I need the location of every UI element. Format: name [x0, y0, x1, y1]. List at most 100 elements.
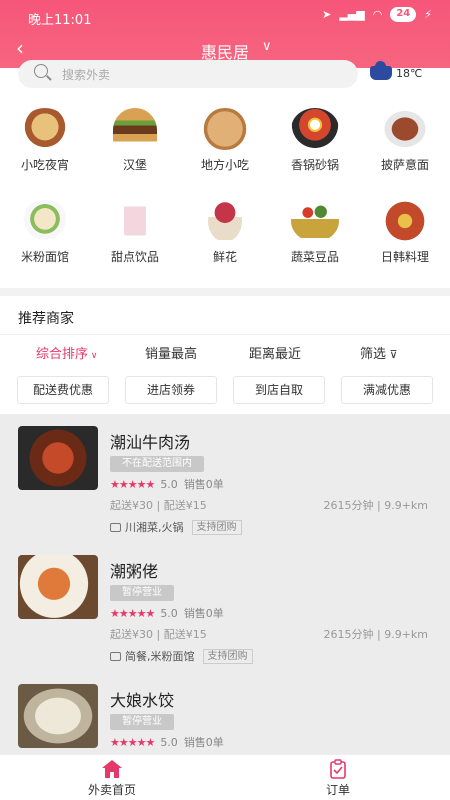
status-time: 晚上11:01: [28, 13, 92, 28]
weather: 18℃: [370, 61, 423, 80]
distance-info: 2615分钟 | 9.9+km: [323, 628, 429, 641]
filter-chips: 配送费优惠 进店领券 到店自取 满减优惠: [0, 376, 450, 406]
category-label: 香锅砂锅: [290, 158, 339, 172]
group-buy-tag: 支持团购: [191, 519, 242, 535]
sort-sales[interactable]: 销量最高: [145, 343, 197, 362]
category-label: 地方小吃: [200, 158, 249, 172]
steak-icon: [381, 108, 429, 150]
shop-card[interactable]: 潮粥佬 暂停营业 ★★★★★ 5.0 销售0单 起送¥30 | 配送¥15 26…: [0, 543, 450, 673]
order-icon: [330, 759, 346, 779]
category-item[interactable]: 甜点饮品: [90, 200, 180, 265]
category-label: 披萨意面: [380, 158, 429, 172]
category-item[interactable]: 小吃夜宵: [0, 108, 90, 173]
store-icon: [110, 651, 121, 661]
cuisine-row: 简餐,米粉面馆 支持团购: [110, 648, 253, 664]
wifi-icon: ◠: [372, 8, 383, 21]
sales-count: 销售0单: [183, 736, 224, 749]
search-icon: [34, 64, 48, 78]
shop-name: 潮汕牛肉汤: [110, 433, 191, 452]
flower-icon: [208, 200, 242, 242]
sort-distance[interactable]: 距离最近: [249, 343, 301, 362]
sort-comprehensive[interactable]: 综合排序 ∨: [36, 343, 97, 362]
chip-coupon[interactable]: 进店领券: [125, 376, 217, 404]
category-item[interactable]: 米粉面馆: [0, 200, 90, 265]
cuisine-text: 简餐,米粉面馆: [125, 650, 195, 663]
shop-list: 潮汕牛肉汤 不在配送范围内 ★★★★★ 5.0 销售0单 起送¥30 | 配送¥…: [0, 414, 450, 754]
category-item[interactable]: 披萨意面: [360, 108, 450, 173]
category-label: 日韩料理: [380, 250, 429, 264]
section-title: 推荐商家: [18, 311, 74, 327]
shop-thumbnail: [18, 426, 98, 490]
status-icons: ➤ ▂▄▆ ◠ 24 ⚡: [322, 7, 432, 22]
home-icon: [102, 760, 122, 778]
category-item[interactable]: 香锅砂锅: [270, 108, 360, 173]
tab-home[interactable]: 外卖首页: [52, 759, 172, 798]
hotpot-icon: [291, 108, 339, 150]
pancake-icon: [201, 108, 249, 150]
star-rating-icon: ★★★★★: [110, 606, 155, 620]
category-label: 鲜花: [212, 250, 237, 264]
category-label: 蔬菜豆品: [290, 250, 339, 264]
category-item[interactable]: 汉堡: [90, 108, 180, 173]
category-item[interactable]: 日韩料理: [360, 200, 450, 265]
category-item[interactable]: 地方小吃: [180, 108, 270, 173]
filter-icon: ⊽: [386, 348, 398, 361]
distance-info: 2615分钟 | 9.9+km: [323, 499, 429, 512]
shop-thumbnail: [18, 555, 98, 619]
chevron-down-icon: ∨: [88, 351, 98, 361]
status-badge: 暂停营业: [110, 585, 174, 601]
tab-home-label: 外卖首页: [87, 783, 136, 797]
tab-orders-label: 订单: [325, 783, 350, 797]
filter-label: 筛选: [360, 347, 387, 362]
status-badge: 暂停营业: [110, 714, 174, 730]
delivery-info: 起送¥30 | 配送¥15: [110, 628, 207, 641]
vegetable-basket-icon: [291, 200, 339, 242]
sales-count: 销售0单: [183, 607, 224, 620]
chip-delivery-discount[interactable]: 配送费优惠: [17, 376, 109, 404]
sort-comprehensive-label: 综合排序: [36, 347, 89, 362]
shop-name: 潮粥佬: [110, 562, 159, 581]
category-label: 米粉面馆: [20, 250, 69, 264]
shop-name: 大娘水饺: [110, 691, 175, 710]
category-item[interactable]: 鲜花: [180, 200, 270, 265]
shop-rating: ★★★★★ 5.0 销售0单: [110, 476, 224, 492]
tab-bar: 外卖首页 订单: [0, 754, 450, 800]
location-icon: ➤: [322, 8, 332, 21]
charging-icon: ⚡: [424, 8, 432, 21]
cuisine-row: 川湘菜,火锅 支持团购: [110, 519, 242, 535]
shop-card[interactable]: 潮汕牛肉汤 不在配送范围内 ★★★★★ 5.0 销售0单 起送¥30 | 配送¥…: [0, 414, 450, 544]
tab-orders[interactable]: 订单: [278, 759, 398, 798]
star-rating-icon: ★★★★★: [110, 477, 155, 491]
battery-icon: 24: [390, 7, 417, 22]
header: 晚上11:01 ➤ ▂▄▆ ◠ 24 ⚡ ‹ 惠民居 ∨: [0, 0, 450, 68]
status-bar: 晚上11:01 ➤ ▂▄▆ ◠ 24 ⚡: [0, 0, 450, 30]
noodle-bowl-icon: [21, 200, 69, 242]
shop-rating: ★★★★★ 5.0 销售0单: [110, 734, 224, 750]
star-rating-icon: ★★★★★: [110, 735, 155, 749]
divider: [0, 334, 450, 335]
search-placeholder: 搜索外卖: [62, 68, 111, 82]
status-badge: 不在配送范围内: [110, 456, 204, 472]
search-input[interactable]: 搜索外卖: [18, 60, 358, 88]
bento-icon: [381, 200, 429, 242]
group-buy-tag: 支持团购: [202, 648, 253, 664]
chip-full-reduction[interactable]: 满减优惠: [341, 376, 433, 404]
category-label: 甜点饮品: [110, 250, 159, 264]
shop-card[interactable]: 大娘水饺 暂停营业 ★★★★★ 5.0 销售0单: [0, 672, 450, 754]
weather-temp: 18℃: [396, 66, 423, 80]
delivery-info: 起送¥30 | 配送¥15: [110, 499, 207, 512]
sort-bar: 综合排序 ∨ 销量最高 距离最近 筛选 ⊽: [0, 341, 450, 365]
chevron-down-icon[interactable]: ∨: [262, 39, 272, 54]
snack-icon: [21, 108, 69, 150]
category-item[interactable]: 蔬菜豆品: [270, 200, 360, 265]
shop-rating: ★★★★★ 5.0 销售0单: [110, 605, 224, 621]
drink-icon: [124, 200, 146, 242]
cloud-icon: [370, 61, 392, 80]
rating-value: 5.0: [160, 606, 178, 620]
chip-pickup[interactable]: 到店自取: [233, 376, 325, 404]
rating-value: 5.0: [160, 735, 178, 749]
sort-filter[interactable]: 筛选 ⊽: [360, 343, 398, 362]
rating-value: 5.0: [160, 477, 178, 491]
category-label: 汉堡: [122, 158, 147, 172]
category-grid: 小吃夜宵 汉堡 地方小吃 香锅砂锅 披萨意面 米粉面馆 甜点饮品 鲜花 蔬菜豆品…: [0, 108, 450, 278]
